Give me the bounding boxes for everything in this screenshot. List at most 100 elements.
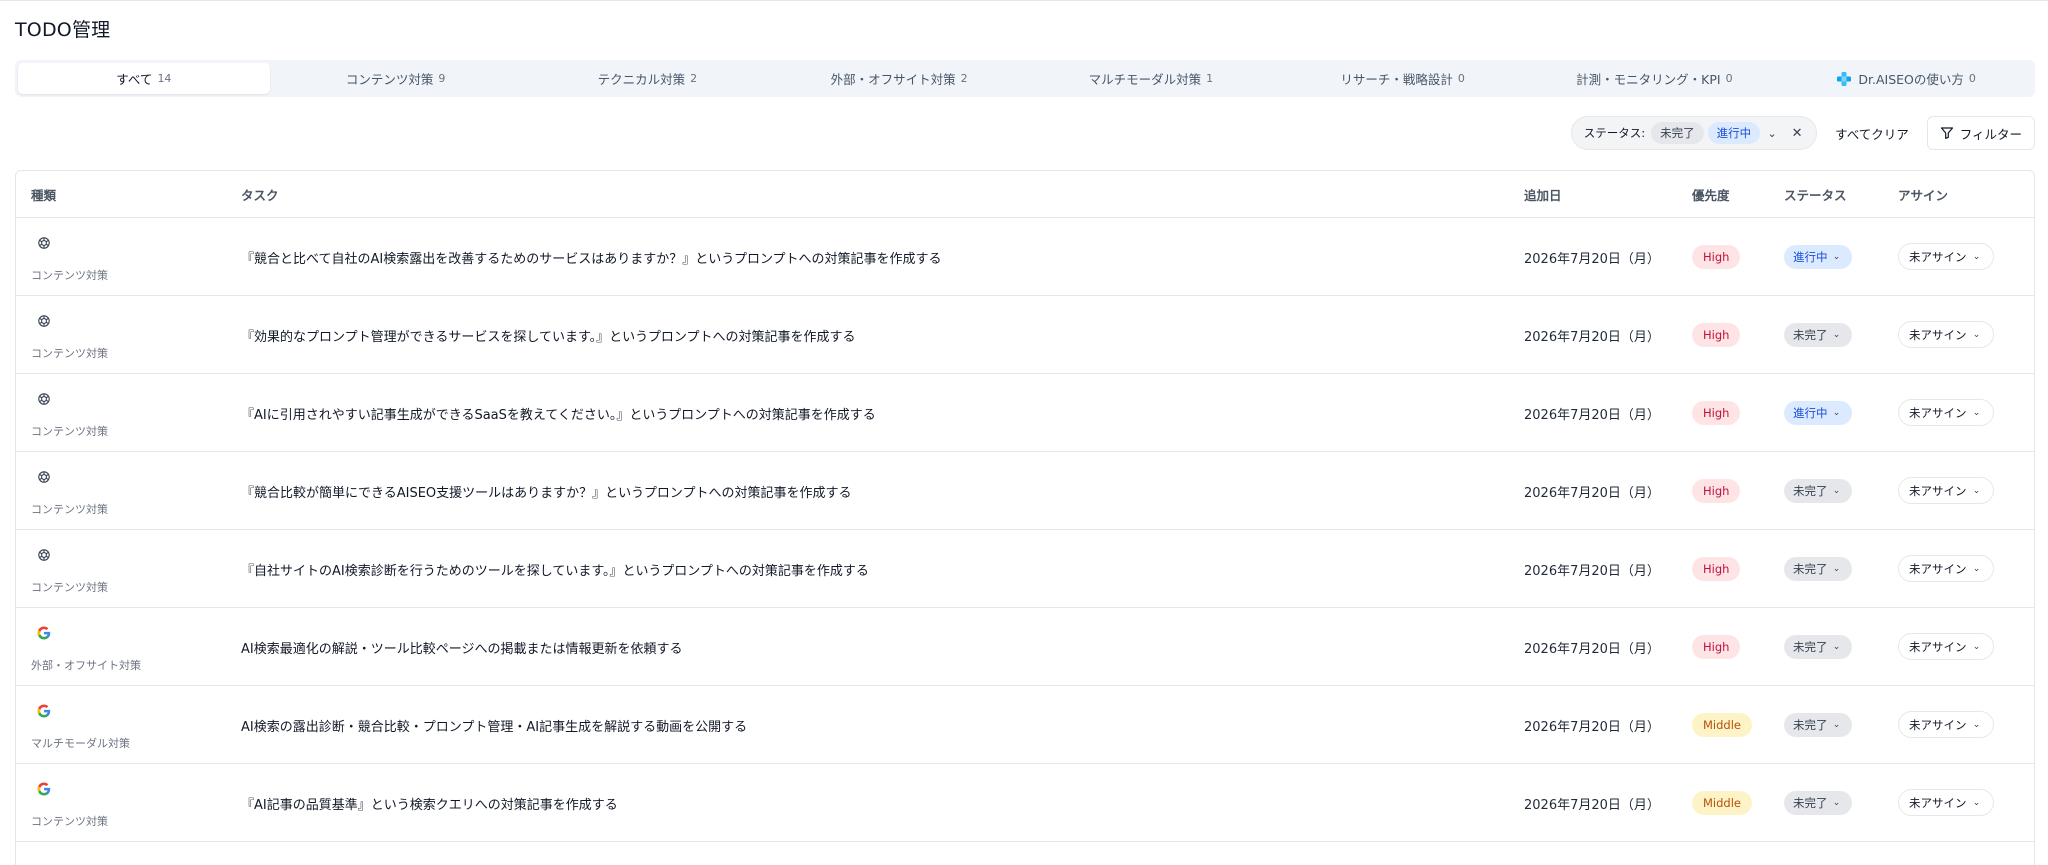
tab-7[interactable]: Dr.AISEOの使い方 0 — [1780, 63, 2032, 94]
table-row[interactable]: コンテンツ対策 『競合と比べて自社のAI検索露出を改善するためのサービスはあります… — [16, 218, 2034, 296]
tab-label: Dr.AISEOの使い方 — [1858, 72, 1964, 87]
table-row[interactable]: 外部・オフサイト対策 AI検索最適化の解説・ツール比較ページへの掲載または情報更新… — [16, 608, 2034, 686]
chevron-down-icon: ⌄ — [1832, 330, 1841, 340]
status-dropdown[interactable]: 未完了 ⌄ — [1784, 557, 1852, 581]
tab-1[interactable]: コンテンツ対策 9 — [270, 63, 522, 94]
status-dropdown[interactable]: 未完了 ⌄ — [1784, 479, 1852, 503]
tab-label: 外部・オフサイト対策 — [830, 72, 956, 87]
google-icon — [36, 625, 52, 641]
table-row[interactable]: コンテンツ対策 『自社サイトのAI検索診断を行うためのツールを探しています。』とい… — [16, 530, 2034, 608]
type-label: コンテンツ対策 — [31, 425, 108, 438]
tab-label: リサーチ・戦略設計 — [1340, 72, 1453, 87]
type-label: マルチモーダル対策 — [31, 737, 130, 750]
table-row[interactable]: コンテンツ対策 『競合比較が簡単にできるAISEO支援ツールはありますか？』という… — [16, 452, 2034, 530]
table-row[interactable]: コンテンツ対策 『AI記事の品質基準』という検索クエリへの対策記事を作成する 202… — [16, 764, 2034, 842]
status-dropdown[interactable]: 未完了 ⌄ — [1784, 713, 1852, 737]
close-icon[interactable]: ✕ — [1786, 126, 1808, 141]
table-header: 種類 タスク 追加日 優先度 ステータス アサイン — [16, 171, 2034, 218]
chevron-down-icon: ⌄ — [1972, 641, 1981, 652]
chevron-down-icon: ⌄ — [1832, 252, 1841, 262]
google-icon — [36, 703, 52, 719]
assign-label: 未アサイン — [1909, 327, 1967, 342]
status-label: 未完了 — [1793, 640, 1828, 654]
task-title[interactable]: 『自社サイトのAI検索診断を行うためのツールを探しています。』というプロンプトへ… — [241, 560, 869, 579]
priority-badge: Middle — [1692, 791, 1752, 815]
assign-dropdown[interactable]: 未アサイン ⌄ — [1898, 711, 1994, 738]
tab-label: テクニカル対策 — [597, 72, 686, 87]
tab-3[interactable]: 外部・オフサイト対策 2 — [773, 63, 1025, 94]
status-dropdown[interactable]: 進行中 ⌄ — [1784, 401, 1852, 425]
status-dropdown[interactable]: 未完了 ⌄ — [1784, 635, 1852, 659]
priority-badge: High — [1692, 323, 1741, 347]
chevron-down-icon: ⌄ — [1832, 720, 1841, 730]
tab-0[interactable]: すべて 14 — [18, 63, 270, 94]
status-label: 未完了 — [1793, 484, 1828, 498]
table-row[interactable]: コンテンツ対策 『AIに引用されやすい記事生成ができるSaaSを教えてください。』… — [16, 374, 2034, 452]
added-date: 2026年7月20日（月） — [1524, 252, 1660, 267]
tab-6[interactable]: 計測・モニタリング・KPI 0 — [1529, 63, 1781, 94]
status-filter-label: ステータス: — [1583, 126, 1646, 140]
tab-label: 計測・モニタリング・KPI — [1576, 72, 1721, 87]
chevron-down-icon: ⌄ — [1972, 329, 1981, 340]
chevron-down-icon: ⌄ — [1972, 251, 1981, 262]
header-assign[interactable]: アサイン — [1898, 185, 1948, 204]
chevron-down-icon[interactable]: ⌄ — [1764, 127, 1780, 140]
google-icon — [36, 781, 52, 797]
task-title[interactable]: 『AI記事の品質基準』という検索クエリへの対策記事を作成する — [241, 794, 618, 813]
header-task[interactable]: タスク — [241, 185, 279, 204]
task-title[interactable]: 『競合比較が簡単にできるAISEO支援ツールはありますか？』というプロンプトへの… — [241, 482, 852, 501]
openai-icon — [36, 313, 52, 329]
type-label: コンテンツ対策 — [31, 269, 108, 282]
tab-2[interactable]: テクニカル対策 2 — [522, 63, 774, 94]
table-row[interactable]: マルチモーダル対策 AI検索の露出診断・競合比較・プロンプト管理・AI記事生成を解… — [16, 686, 2034, 764]
assign-label: 未アサイン — [1909, 249, 1967, 264]
chevron-down-icon: ⌄ — [1832, 642, 1841, 652]
status-dropdown[interactable]: 未完了 ⌄ — [1784, 791, 1852, 815]
priority-badge: High — [1692, 557, 1741, 581]
task-title[interactable]: 『効果的なプロンプト管理ができるサービスを探しています。』というプロンプトへの対… — [241, 326, 856, 345]
assign-dropdown[interactable]: 未アサイン ⌄ — [1898, 477, 1994, 504]
type-label: コンテンツ対策 — [31, 503, 108, 516]
assign-dropdown[interactable]: 未アサイン ⌄ — [1898, 789, 1994, 816]
tab-5[interactable]: リサーチ・戦略設計 0 — [1277, 63, 1529, 94]
status-dropdown[interactable]: 進行中 ⌄ — [1784, 245, 1852, 269]
filter-bar: ステータス: 未完了 進行中 ⌄ ✕ すべてクリア フィルター — [1570, 116, 2035, 150]
filter-button[interactable]: フィルター — [1926, 116, 2035, 150]
header-type[interactable]: 種類 — [31, 185, 56, 204]
added-date: 2026年7月20日（月） — [1524, 330, 1660, 345]
task-title[interactable]: AI検索最適化の解説・ツール比較ページへの掲載または情報更新を依頼する — [241, 638, 682, 657]
task-title[interactable]: 『競合と比べて自社のAI検索露出を改善するためのサービスはありますか？』というプ… — [241, 248, 942, 267]
task-title[interactable]: AI検索の露出診断・競合比較・プロンプト管理・AI記事生成を解説する動画を公開す… — [241, 716, 747, 735]
category-tabs: すべて 14 コンテンツ対策 9 テクニカル対策 2 外部・オフサイト対策 2 マルチモーダル対… — [15, 60, 2035, 97]
dr-aiseo-logo-icon — [1836, 71, 1852, 87]
status-label: 未完了 — [1793, 328, 1828, 342]
table-row[interactable]: コンテンツ対策 『効果的なプロンプト管理ができるサービスを探しています。』というプ… — [16, 296, 2034, 374]
tab-4[interactable]: マルチモーダル対策 1 — [1025, 63, 1277, 94]
status-dropdown[interactable]: 未完了 ⌄ — [1784, 323, 1852, 347]
tab-count: 0 — [1968, 72, 1976, 85]
assign-dropdown[interactable]: 未アサイン ⌄ — [1898, 321, 1994, 348]
header-date[interactable]: 追加日 — [1524, 185, 1562, 204]
tab-count: 2 — [960, 72, 968, 85]
assign-label: 未アサイン — [1909, 717, 1967, 732]
clear-all-button[interactable]: すべてクリア — [1827, 124, 1917, 143]
header-priority[interactable]: 優先度 — [1692, 185, 1730, 204]
status-filter-chip[interactable]: ステータス: 未完了 進行中 ⌄ ✕ — [1570, 116, 1818, 150]
assign-dropdown[interactable]: 未アサイン ⌄ — [1898, 243, 1994, 270]
tab-count: 1 — [1206, 72, 1214, 85]
assign-dropdown[interactable]: 未アサイン ⌄ — [1898, 399, 1994, 426]
chevron-down-icon: ⌄ — [1832, 408, 1841, 418]
priority-badge: High — [1692, 245, 1741, 269]
chevron-down-icon: ⌄ — [1972, 719, 1981, 730]
priority-badge: High — [1692, 635, 1741, 659]
task-title[interactable]: 『AIに引用されやすい記事生成ができるSaaSを教えてください。』というプロンプ… — [241, 404, 876, 423]
chevron-down-icon: ⌄ — [1972, 797, 1981, 808]
assign-dropdown[interactable]: 未アサイン ⌄ — [1898, 633, 1994, 660]
header-status[interactable]: ステータス — [1784, 185, 1847, 204]
status-label: 未完了 — [1793, 562, 1828, 576]
type-label: 外部・オフサイト対策 — [31, 659, 141, 672]
filter-button-label: フィルター — [1959, 126, 2022, 142]
assign-label: 未アサイン — [1909, 561, 1967, 576]
assign-dropdown[interactable]: 未アサイン ⌄ — [1898, 555, 1994, 582]
status-label: 進行中 — [1793, 250, 1828, 264]
